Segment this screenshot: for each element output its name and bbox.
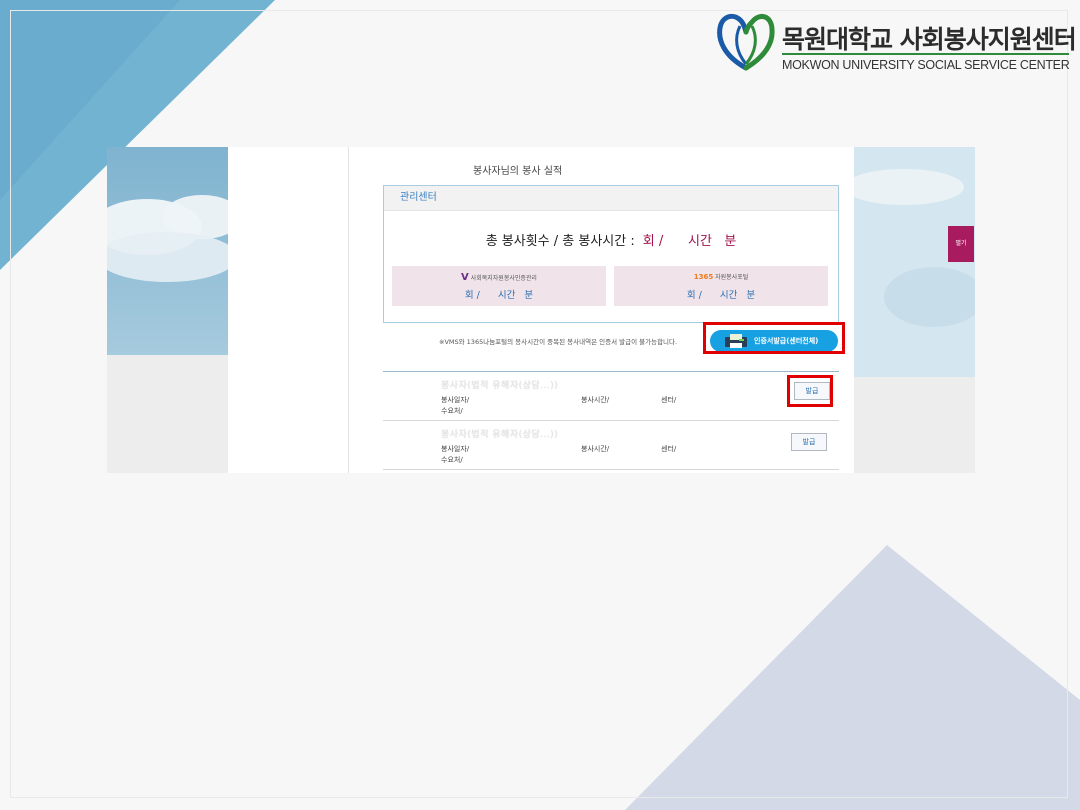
record-title: 봉사자(법적 유해자(상담...)): [441, 430, 559, 440]
record-center-label: 센터/: [661, 445, 677, 453]
vms-summary-card: V 사회복지자원봉사인증관리 회 / 시간 분: [392, 266, 606, 306]
logo-english-name: MOKWON UNIVERSITY SOCIAL SERVICE CENTER: [782, 58, 1070, 72]
record-center-label: 센터/: [661, 396, 677, 404]
sky-background-right: [854, 147, 975, 473]
record-date-label: 봉사일자/: [441, 396, 470, 404]
issue-button[interactable]: 발급: [791, 433, 827, 451]
screenshot-panel: 봉사자님의 봉사 실적 관리센터 총 봉사횟수 / 총 봉사시간 : 회 / 시간…: [107, 147, 975, 473]
totals-label: 총 봉사횟수 / 총 봉사시간 :: [485, 234, 635, 249]
totals-value: 회 / 시간 분: [642, 234, 737, 249]
logo-divider: [782, 53, 1069, 55]
record-title: 봉사자(법적 유해자(상담...)): [441, 381, 559, 391]
portal-1365-brand: 1365 자원봉사포털: [614, 272, 828, 281]
section-title: 봉사자님의 봉사 실적: [473, 166, 563, 177]
left-sidebar-column: [228, 147, 349, 473]
portal-1365-brand-text: 자원봉사포털: [715, 274, 749, 281]
total-service-summary: 총 봉사횟수 / 총 봉사시간 : 회 / 시간 분: [384, 230, 838, 249]
vms-logo-mark: V: [461, 272, 469, 283]
vms-service-value: 회 / 시간 분: [464, 290, 534, 301]
portal-1365-logo-mark: 1365: [693, 273, 714, 281]
side-expand-tab[interactable]: 펼기: [948, 226, 974, 262]
background-triangle-bottom-right: [625, 545, 1080, 810]
record-details: 봉사일자/ 봉사시간/ 센터/: [441, 395, 676, 405]
service-record-row: 봉사자(법적 유해자(상담...)) 봉사일자/ 봉사시간/ 센터/ 수요처/ …: [383, 371, 839, 420]
record-recipient-label: 수요처/: [441, 456, 463, 464]
record-details: 봉사일자/ 봉사시간/ 센터/: [441, 444, 676, 454]
vms-brand-text: 사회복지자원봉사인증관리: [470, 275, 537, 282]
management-center-box: 관리센터 총 봉사횟수 / 총 봉사시간 : 회 / 시간 분 V 사회복지자원봉…: [383, 185, 839, 323]
service-record-row: 봉사자(법적 유해자(상담...)) 봉사일자/ 봉사시간/ 센터/ 수요처/ …: [383, 420, 839, 469]
sky-background-left: [107, 147, 228, 473]
record-date-label: 봉사일자/: [441, 445, 470, 453]
vms-brand: V 사회복지자원봉사인증관리: [392, 272, 606, 283]
portal-1365-service-value: 회 / 시간 분: [686, 290, 756, 301]
highlight-box-issue-button: [787, 375, 833, 407]
highlight-box-certificate-button: [703, 322, 845, 354]
duplicate-notice: ※VMS와 1365나눔포털의 봉사시간이 중복된 봉사내역은 인증서 발급이 …: [439, 338, 678, 346]
portal-1365-summary-card: 1365 자원봉사포털 회 / 시간 분: [614, 266, 828, 306]
record-hours-label: 봉사시간/: [581, 396, 610, 404]
list-bottom-divider: [383, 469, 839, 470]
record-recipient-label: 수요처/: [441, 407, 463, 415]
logo-heart-icon: [717, 13, 775, 71]
box-header: 관리센터: [384, 186, 838, 211]
logo-korean-name: 목원대학교 사회봉사지원센터: [782, 25, 1077, 54]
record-hours-label: 봉사시간/: [581, 445, 610, 453]
university-logo: 목원대학교 사회봉사지원센터 MOKWON UNIVERSITY SOCIAL …: [716, 8, 1077, 74]
